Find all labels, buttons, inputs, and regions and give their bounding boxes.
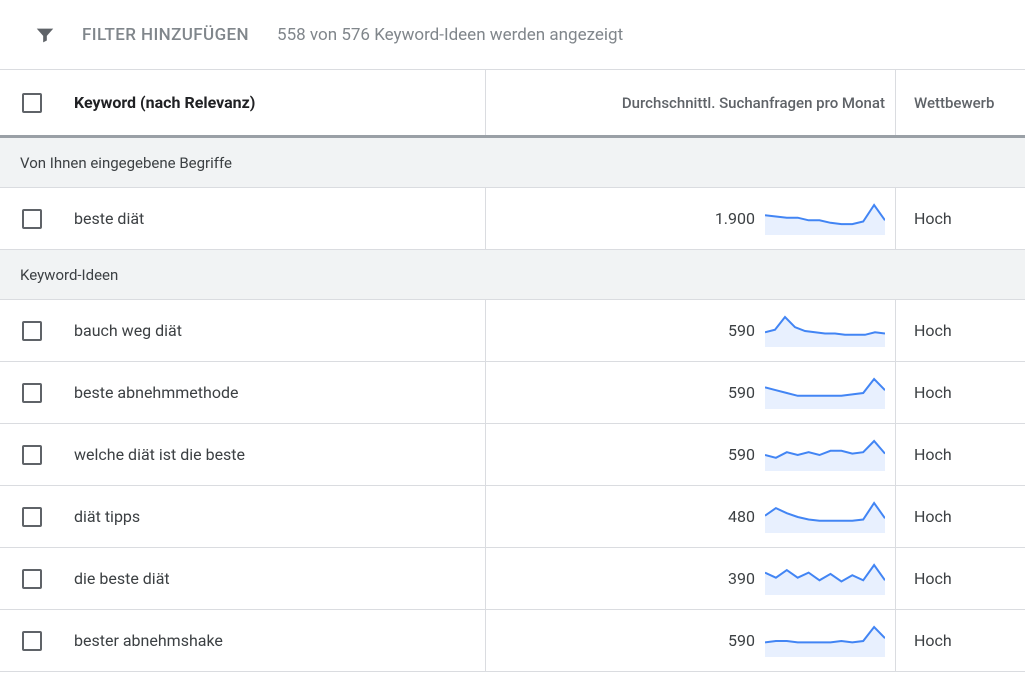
competition-value: Hoch (914, 569, 952, 588)
searches-cell: 590 (485, 424, 895, 485)
row-checkbox-cell (0, 631, 64, 651)
table-row: diät tipps 480 Hoch (0, 486, 1025, 548)
table-row: die beste diät 390 Hoch (0, 548, 1025, 610)
table-header-row: Keyword (nach Relevanz) Durchschnittl. S… (0, 70, 1025, 138)
searches-cell: 590 (485, 362, 895, 423)
competition-cell: Hoch (895, 300, 1025, 361)
competition-cell: Hoch (895, 188, 1025, 249)
searches-value: 390 (695, 569, 755, 588)
keyword-cell[interactable]: beste abnehmmethode (64, 383, 485, 402)
row-checkbox-cell (0, 383, 64, 403)
row-checkbox-cell (0, 569, 64, 589)
table-row: beste abnehmmethode 590 Hoch (0, 362, 1025, 424)
competition-value: Hoch (914, 321, 952, 340)
searches-cell: 590 (485, 610, 895, 671)
competition-value: Hoch (914, 209, 952, 228)
trend-sparkline (765, 377, 885, 409)
competition-cell: Hoch (895, 610, 1025, 671)
filter-toolbar: FILTER HINZUFÜGEN 558 von 576 Keyword-Id… (0, 0, 1025, 70)
trend-sparkline (765, 563, 885, 595)
searches-value: 590 (695, 321, 755, 340)
row-checkbox-cell (0, 209, 64, 229)
searches-value: 590 (695, 383, 755, 402)
competition-cell: Hoch (895, 362, 1025, 423)
competition-cell: Hoch (895, 486, 1025, 547)
select-all-checkbox[interactable] (22, 93, 42, 113)
table-row: beste diät 1.900 Hoch (0, 188, 1025, 250)
row-checkbox[interactable] (22, 569, 42, 589)
col-header-keyword[interactable]: Keyword (nach Relevanz) (64, 93, 485, 112)
trend-sparkline (765, 315, 885, 347)
searches-value: 590 (695, 445, 755, 464)
table-row: bauch weg diät 590 Hoch (0, 300, 1025, 362)
row-checkbox[interactable] (22, 631, 42, 651)
searches-cell: 1.900 (485, 188, 895, 249)
row-checkbox-cell (0, 507, 64, 527)
trend-sparkline (765, 439, 885, 471)
results-count-text: 558 von 576 Keyword-Ideen werden angezei… (277, 25, 623, 45)
searches-cell: 480 (485, 486, 895, 547)
competition-value: Hoch (914, 507, 952, 526)
searches-value: 1.900 (695, 209, 755, 228)
filter-icon[interactable] (34, 24, 82, 46)
keyword-cell[interactable]: bester abnehmshake (64, 631, 485, 650)
searches-value: 590 (695, 631, 755, 650)
searches-value: 480 (695, 507, 755, 526)
keyword-cell[interactable]: die beste diät (64, 569, 485, 588)
trend-sparkline (765, 203, 885, 235)
competition-value: Hoch (914, 631, 952, 650)
section-keyword-ideas: Keyword-Ideen (0, 250, 1025, 300)
section-provided-terms: Von Ihnen eingegebene Begriffe (0, 138, 1025, 188)
row-checkbox[interactable] (22, 507, 42, 527)
searches-cell: 590 (485, 300, 895, 361)
keyword-cell[interactable]: beste diät (64, 209, 485, 228)
row-checkbox-cell (0, 321, 64, 341)
searches-cell: 390 (485, 548, 895, 609)
row-checkbox[interactable] (22, 209, 42, 229)
table-row: welche diät ist die beste 590 Hoch (0, 424, 1025, 486)
keyword-cell[interactable]: diät tipps (64, 507, 485, 526)
select-all-cell (0, 93, 64, 113)
keyword-cell[interactable]: welche diät ist die beste (64, 445, 485, 464)
keyword-table: Keyword (nach Relevanz) Durchschnittl. S… (0, 70, 1025, 672)
row-checkbox[interactable] (22, 321, 42, 341)
competition-value: Hoch (914, 383, 952, 402)
col-header-searches[interactable]: Durchschnittl. Suchanfragen pro Monat (485, 70, 895, 135)
keyword-cell[interactable]: bauch weg diät (64, 321, 485, 340)
competition-cell: Hoch (895, 424, 1025, 485)
row-checkbox[interactable] (22, 445, 42, 465)
add-filter-button[interactable]: FILTER HINZUFÜGEN (82, 25, 249, 45)
row-checkbox-cell (0, 445, 64, 465)
competition-cell: Hoch (895, 548, 1025, 609)
row-checkbox[interactable] (22, 383, 42, 403)
col-header-competition[interactable]: Wettbewerb (895, 70, 1025, 135)
trend-sparkline (765, 625, 885, 657)
table-row: bester abnehmshake 590 Hoch (0, 610, 1025, 672)
competition-value: Hoch (914, 445, 952, 464)
trend-sparkline (765, 501, 885, 533)
